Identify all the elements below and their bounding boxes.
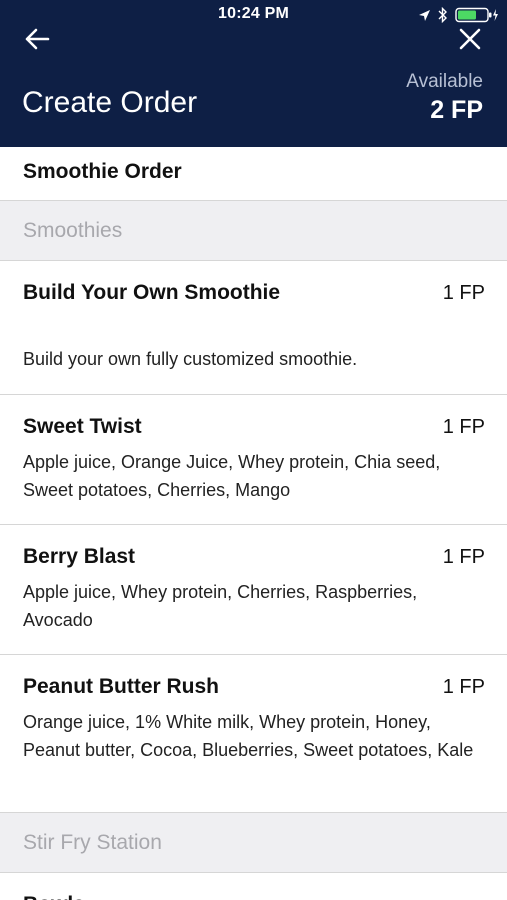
menu-item-build-your-own-smoothie[interactable]: Build Your Own Smoothie 1 FP Build your … bbox=[0, 261, 507, 395]
item-name: Peanut Butter Rush bbox=[23, 675, 220, 698]
item-description: Orange juice, 1% White milk, Whey protei… bbox=[23, 712, 474, 760]
order-title: Smoothie Order bbox=[23, 160, 182, 183]
section-header-smoothies: Smoothies bbox=[0, 201, 507, 261]
back-button[interactable] bbox=[20, 22, 54, 56]
section-label: Stir Fry Station bbox=[23, 831, 162, 854]
menu-item-berry-blast[interactable]: Berry Blast 1 FP Apple juice, Whey prote… bbox=[0, 525, 507, 655]
item-description: Apple juice, Orange Juice, Whey protein,… bbox=[23, 452, 441, 500]
menu-item-sweet-twist[interactable]: Sweet Twist 1 FP Apple juice, Orange Jui… bbox=[0, 395, 507, 525]
bluetooth-icon bbox=[438, 7, 448, 23]
page-title: Create Order bbox=[22, 86, 198, 119]
item-price: 1 FP bbox=[442, 416, 485, 438]
item-name: Berry Blast bbox=[23, 545, 136, 568]
item-name: Bowls bbox=[23, 889, 323, 900]
item-description: Build your own fully customized smoothie… bbox=[23, 349, 358, 369]
section-header-stir-fry-station: Stir Fry Station bbox=[0, 813, 507, 873]
item-price: 1 FP bbox=[442, 546, 485, 568]
app-header: 10:24 PM Create Order Available 2 FP bbox=[0, 0, 507, 147]
arrow-left-icon bbox=[25, 28, 50, 50]
item-name: Sweet Twist bbox=[23, 415, 142, 438]
status-bar: 10:24 PM bbox=[0, 0, 507, 30]
available-label: Available bbox=[406, 71, 483, 92]
item-name: Build Your Own Smoothie bbox=[23, 281, 281, 304]
order-title-row: Smoothie Order bbox=[0, 147, 507, 201]
close-button[interactable] bbox=[453, 22, 487, 56]
close-icon bbox=[459, 28, 481, 50]
item-description: Apple juice, Whey protein, Cherries, Ras… bbox=[23, 582, 418, 630]
menu-item-bowls[interactable]: Bowls bbox=[0, 873, 507, 900]
section-label: Smoothies bbox=[23, 219, 123, 242]
item-price: 1 FP bbox=[442, 676, 485, 698]
item-price: 1 FP bbox=[442, 282, 485, 304]
available-points: 2 FP bbox=[430, 96, 483, 124]
menu-item-peanut-butter-rush[interactable]: Peanut Butter Rush 1 FP Orange juice, 1%… bbox=[0, 655, 507, 813]
location-arrow-icon bbox=[418, 9, 431, 22]
battery-charging-icon bbox=[455, 7, 499, 23]
